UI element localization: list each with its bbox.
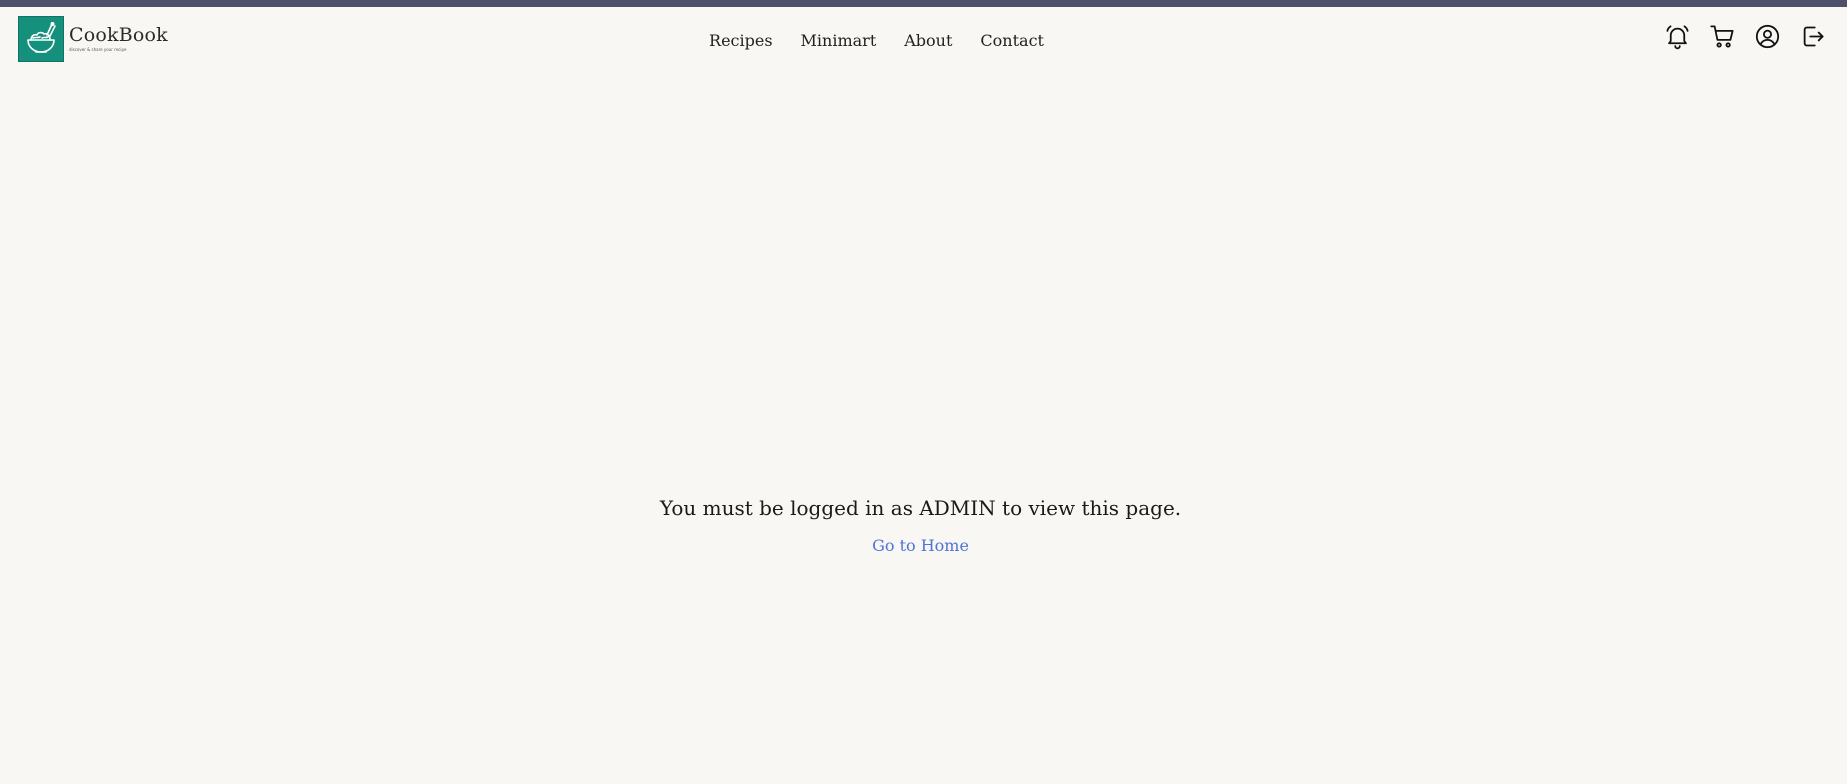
bell-icon[interactable]	[1664, 23, 1691, 50]
site-header: CookBook discover & share your recipe Re…	[0, 7, 1847, 73]
top-accent-bar	[0, 0, 1847, 7]
main-nav: Recipes Minimart About Contact	[0, 7, 1847, 73]
access-denied-message: You must be logged in as ADMIN to view t…	[659, 496, 1182, 520]
brand-logo[interactable]: CookBook discover & share your recipe	[18, 16, 168, 62]
header-actions	[1664, 23, 1826, 50]
logout-icon[interactable]	[1799, 23, 1826, 50]
nav-item-about[interactable]: About	[904, 31, 952, 50]
bowl-icon	[18, 16, 64, 62]
nav-item-minimart[interactable]: Minimart	[801, 31, 877, 50]
go-home-link[interactable]: Go to Home	[872, 536, 969, 555]
nav-item-recipes[interactable]: Recipes	[709, 31, 773, 50]
cart-icon[interactable]	[1709, 23, 1736, 50]
brand-tagline: discover & share your recipe	[69, 47, 127, 52]
main-content: You must be logged in as ADMIN to view t…	[0, 496, 1847, 555]
user-icon[interactable]	[1754, 23, 1781, 50]
nav-item-contact[interactable]: Contact	[980, 31, 1044, 50]
brand-name: CookBook	[69, 24, 168, 46]
